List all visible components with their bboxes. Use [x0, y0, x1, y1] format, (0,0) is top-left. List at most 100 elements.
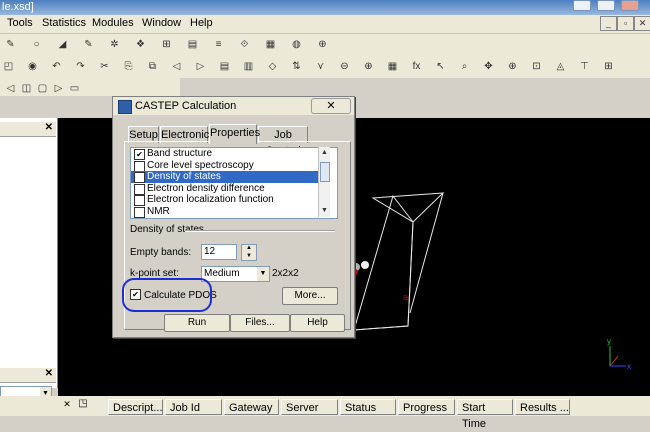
menu-help[interactable]: Help — [190, 17, 213, 29]
mdi-close-icon[interactable]: ✕ — [634, 16, 650, 31]
checkbox[interactable]: ✔ — [134, 172, 145, 183]
list-item[interactable]: ✔ Band structure — [131, 148, 326, 160]
properties-panel-header: ✕ — [0, 368, 56, 383]
dialog-title-bar: CASTEP Calculation ✕ — [113, 97, 354, 115]
scroll-down-icon[interactable]: ▼ — [319, 206, 330, 215]
toolbar-icon[interactable]: ↶ — [50, 60, 63, 73]
toolbar-icon[interactable]: ◬ — [554, 60, 567, 73]
list-scrollbar[interactable]: ▲ ▼ — [318, 147, 330, 217]
toolbar-icon[interactable]: ✂ — [98, 60, 111, 73]
toolbar-icon[interactable]: ⊕ — [316, 38, 329, 51]
column-progress[interactable]: Progress — [398, 399, 455, 415]
axis-y-label: y — [607, 337, 611, 346]
toolbar-icon[interactable]: ⊡ — [530, 60, 543, 73]
toolbar-icon[interactable]: ◍ — [290, 38, 303, 51]
toolbar-icon[interactable]: ▤ — [218, 60, 231, 73]
toolbar-icon[interactable]: ⇅ — [290, 60, 303, 73]
toolbar-icon[interactable]: ✥ — [482, 60, 495, 73]
toolbar-icon[interactable]: ◁ — [4, 82, 17, 95]
toolbar-icon[interactable]: ⊕ — [362, 60, 375, 73]
tab-properties[interactable]: Properties — [209, 124, 260, 144]
toolbar-icon[interactable]: ◰ — [2, 60, 15, 73]
list-item[interactable]: Electron localization function — [131, 194, 326, 206]
toolbar-icon[interactable]: ◉ — [26, 60, 39, 73]
mdi-minimize-icon[interactable]: _ — [600, 16, 617, 31]
list-item-selected[interactable]: ✔ Density of states — [131, 171, 326, 183]
atom-hydrogen — [361, 261, 369, 269]
toolbar-icon[interactable]: ⊤ — [578, 60, 591, 73]
toolbar-icon[interactable]: ↖ — [434, 60, 447, 73]
checkbox[interactable] — [134, 195, 145, 206]
toolbar-icon[interactable]: ▷ — [52, 82, 65, 95]
run-button[interactable]: Run — [164, 314, 230, 332]
toolbar-icon[interactable]: ◇ — [266, 60, 279, 73]
toolbar-icon[interactable]: ↷ — [74, 60, 87, 73]
panel-close-icon[interactable]: ✕ — [60, 397, 74, 411]
group-divider — [185, 230, 335, 232]
close-icon[interactable]: ✕ — [45, 368, 53, 379]
toolbar-icon[interactable]: ▭ — [68, 82, 81, 95]
column-job-id[interactable]: Job Id — [165, 399, 222, 415]
toolbar-icon[interactable]: ▥ — [242, 60, 255, 73]
toolbar-icon[interactable]: ⋎ — [314, 60, 327, 73]
toolbar-icon[interactable]: ⊞ — [160, 38, 173, 51]
stepper-up-icon[interactable]: ▲ — [242, 245, 256, 252]
toolbar-icon[interactable]: ○ — [30, 38, 43, 51]
scroll-up-icon[interactable]: ▲ — [319, 148, 330, 157]
column-status[interactable]: Status — [340, 399, 396, 415]
dialog-close-button[interactable]: ✕ — [311, 98, 351, 114]
chevron-down-icon[interactable]: ▼ — [257, 267, 269, 281]
maximize-button[interactable] — [597, 0, 615, 11]
toolbar-icon[interactable]: ⌕ — [458, 60, 471, 73]
toolbar-icon[interactable]: ❖ — [134, 38, 147, 51]
toolbar-icon[interactable]: ▢ — [36, 82, 49, 95]
minimize-button[interactable] — [573, 0, 591, 11]
more-button[interactable]: More... — [282, 287, 338, 305]
toolbar-icon[interactable]: ⊕ — [506, 60, 519, 73]
close-button[interactable] — [621, 0, 639, 11]
stepper-down-icon[interactable]: ▼ — [242, 253, 256, 260]
column-results[interactable]: Results ... — [515, 399, 570, 415]
toolbar-icon[interactable]: fx — [410, 60, 423, 73]
toolbar-icon[interactable]: ⊖ — [338, 60, 351, 73]
scroll-thumb[interactable] — [320, 162, 330, 182]
column-start-time[interactable]: Start Time — [457, 399, 513, 430]
checkbox[interactable] — [134, 207, 145, 218]
toolbar-icon[interactable]: ▤ — [186, 38, 199, 51]
column-server[interactable]: Server — [281, 399, 338, 415]
properties-list[interactable]: ✔ Band structure Core level spectroscopy … — [130, 147, 338, 219]
menu-statistics[interactable]: Statistics — [42, 17, 86, 29]
list-item[interactable]: NMR — [131, 206, 326, 218]
toolbar-icon[interactable]: ▦ — [386, 60, 399, 73]
toolbar-icon[interactable]: ▷ — [194, 60, 207, 73]
toolbar-icon[interactable]: ✲ — [108, 38, 121, 51]
files-button[interactable]: Files... — [230, 314, 290, 332]
toolbar-icon[interactable]: ▦ — [264, 38, 277, 51]
toolbar-background-left — [0, 96, 112, 118]
mdi-restore-icon[interactable]: ▫ — [617, 16, 634, 31]
column-description[interactable]: Descript... — [108, 399, 163, 415]
menu-tools[interactable]: Tools — [7, 17, 33, 29]
toolbar-icon[interactable]: ≡ — [212, 38, 225, 51]
help-button[interactable]: Help — [290, 314, 345, 332]
kpoint-set-select[interactable]: Medium ▼ — [201, 266, 270, 282]
menu-modules[interactable]: Modules — [92, 17, 134, 29]
toolbar-icon[interactable]: ⧉ — [146, 60, 159, 73]
menu-window[interactable]: Window — [142, 17, 181, 29]
column-gateway[interactable]: Gateway — [224, 399, 279, 415]
toolbar-icon[interactable]: ✎ — [82, 38, 95, 51]
kpoint-set-value: Medium — [204, 268, 240, 279]
toolbar-icon[interactable]: ⊞ — [602, 60, 615, 73]
toolbar-icon[interactable]: ⟐ — [238, 38, 251, 51]
toolbar-icon[interactable]: ◫ — [20, 82, 33, 95]
checkbox[interactable]: ✔ — [134, 149, 145, 160]
toolbar-icon[interactable]: ◁ — [170, 60, 183, 73]
empty-bands-stepper[interactable]: ▲ ▼ — [241, 244, 257, 261]
close-icon[interactable]: ✕ — [45, 122, 53, 133]
toolbar-icon[interactable]: ⎘ — [122, 60, 135, 73]
toolbar-icon[interactable]: ✎ — [4, 38, 17, 51]
panel-menu-icon[interactable]: ◳ — [76, 397, 90, 411]
toolbar-icon[interactable]: ◢ — [56, 38, 69, 51]
empty-bands-input[interactable]: 12 — [201, 244, 237, 260]
annotation-highlight-circle — [122, 278, 212, 312]
